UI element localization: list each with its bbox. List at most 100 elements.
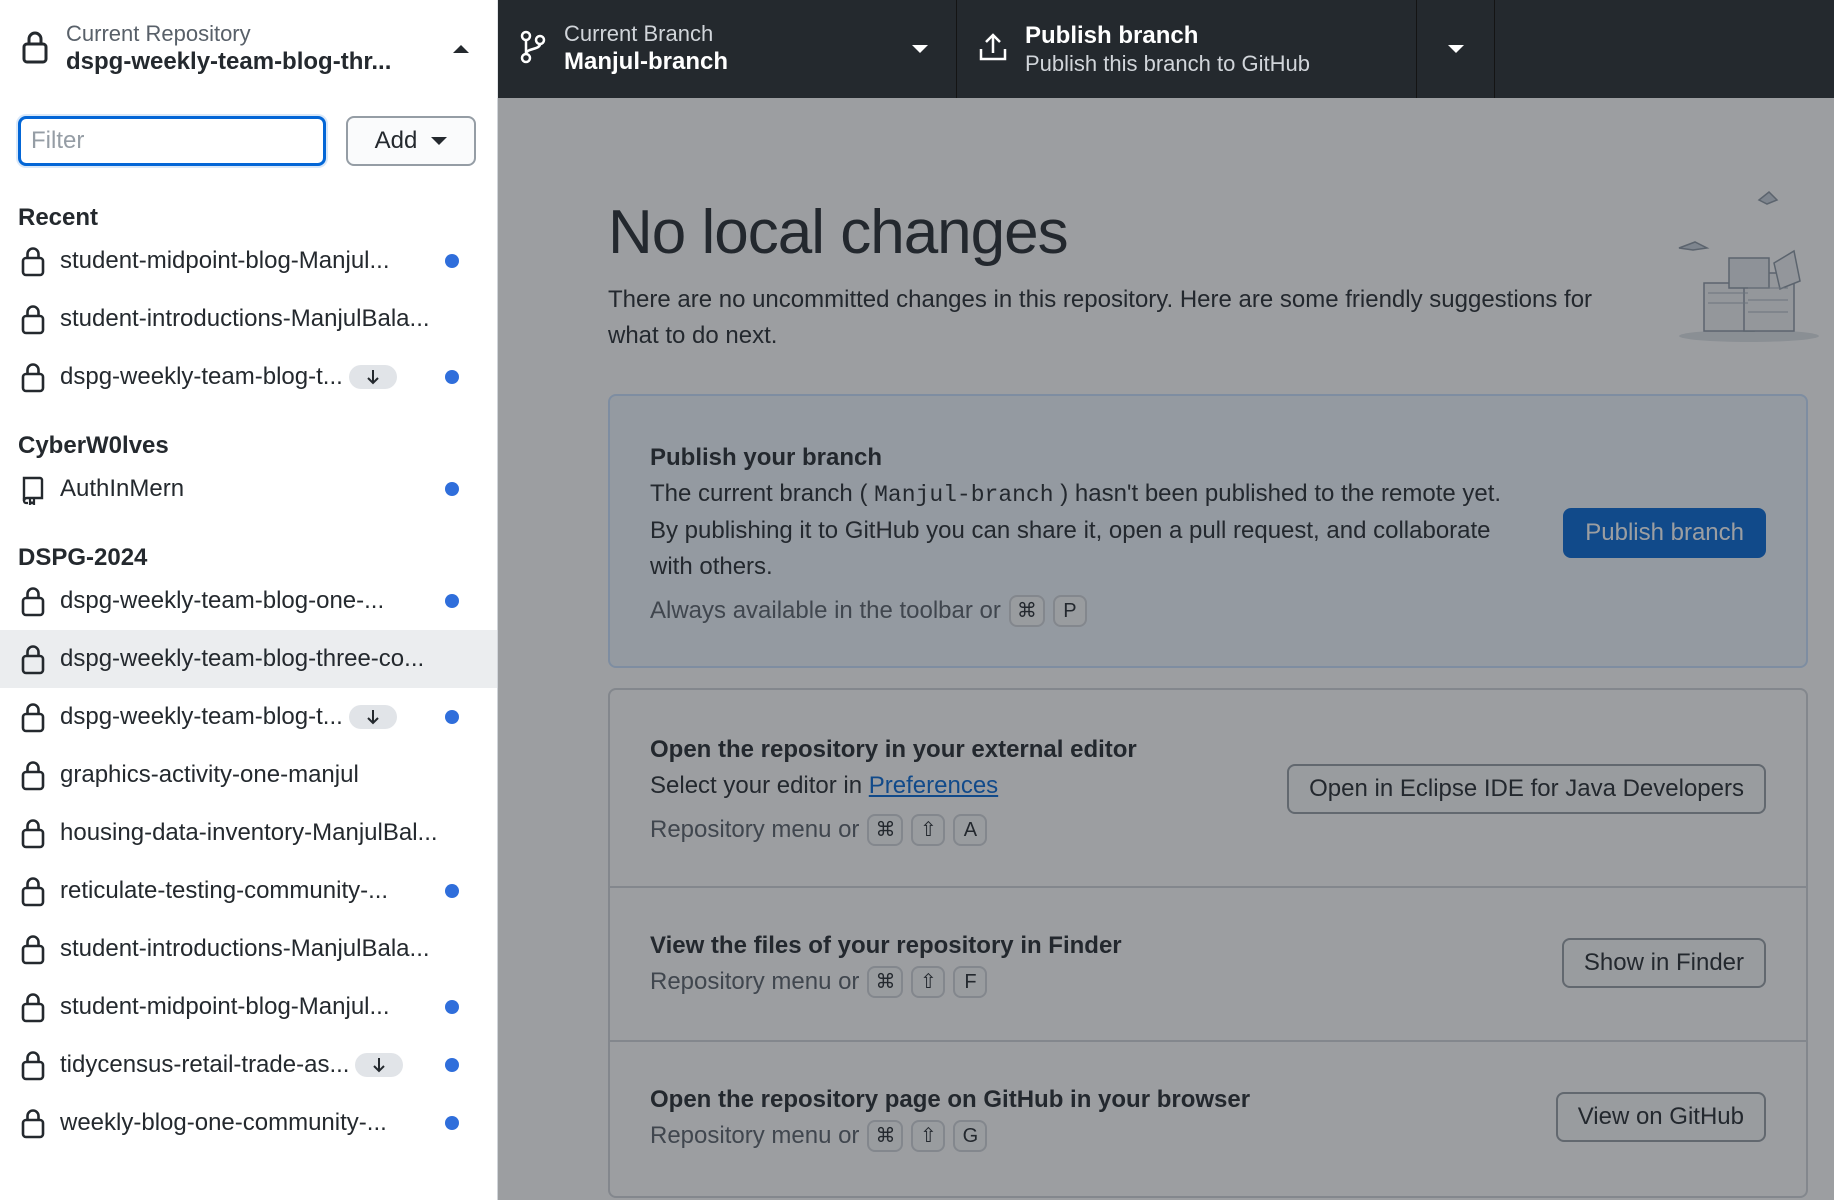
repository-list-item[interactable]: dspg-weekly-team-blog-t... [0,688,497,746]
lock-icon [18,758,48,792]
finder-section: View the files of your repository in Fin… [610,888,1806,1042]
page-title: No local changes [608,198,1069,267]
publish-shortcut-hint: Always available in the toolbar or ⌘ P [650,593,1766,629]
repository-name: AuthInMern [60,475,185,502]
hint-text: Always available in the toolbar or [650,597,1001,624]
group-title: Recent [18,204,99,231]
repository-name: student-introductions-ManjulBala... [60,935,430,962]
repository-list-item[interactable]: weekly-blog-one-community-... [0,1094,497,1152]
publish-card-title: Publish your branch [650,444,883,471]
repository-name: tidycensus-retail-trade-as... [60,1051,350,1078]
branch-code: Manjul-branch [874,482,1054,508]
hint-text: Repository menu or [650,968,860,995]
group-title: CyberW0lves [18,432,169,459]
f-key: F [953,966,988,998]
publish-dropdown-button[interactable] [1417,0,1495,98]
page-subtitle: There are no uncommitted changes in this… [608,286,1593,349]
arrow-down-icon [348,705,397,729]
preferences-link[interactable]: Preferences [869,772,998,799]
main-panel: No local changes There are no uncommitte… [498,98,1834,1200]
lock-icon [18,360,48,394]
repository-list-item[interactable]: student-midpoint-blog-Manjul... [0,232,497,290]
repository-list-item[interactable]: housing-data-inventory-ManjulBal... [0,804,497,862]
command-key: ⌘ [867,814,904,846]
open-in-editor-button[interactable]: Open in Eclipse IDE for Java Developers [1287,764,1766,814]
lock-icon [20,29,50,70]
branch-icon [518,29,548,70]
editor-desc-text: Select your editor in [650,772,869,799]
changes-indicator-dot [445,710,459,724]
changes-indicator-dot [445,482,459,496]
changes-indicator-dot [445,370,459,384]
arrow-down-icon [355,1053,404,1077]
repository-groups: Recent student-midpoint-blog-Manjul... stu… [0,192,497,1152]
chevron-down-icon [1447,45,1464,53]
repository-list-item[interactable]: graphics-activity-one-manjul [0,746,497,804]
shift-key: ⇧ [911,966,946,998]
repository-name: reticulate-testing-community-... [60,877,389,904]
publish-card-description: The current branch ( Manjul-branch ) has… [650,476,1530,585]
shift-key: ⇧ [911,814,946,846]
upload-icon [977,31,1009,68]
g-key: G [953,1120,988,1152]
toolbar: Current Repository dspg-weekly-team-blog… [0,0,1834,98]
repository-list-item[interactable]: tidycensus-retail-trade-as... [0,1036,497,1094]
current-repository-name: dspg-weekly-team-blog-thr... [66,48,392,75]
current-repository-button[interactable]: Current Repository dspg-weekly-team-blog… [0,0,498,98]
publish-branch-toolbar-button[interactable]: Publish branch Publish this branch to Gi… [957,0,1417,98]
lock-icon [18,1106,48,1140]
chevron-up-icon [453,45,469,53]
view-on-github-button[interactable]: View on GitHub [1555,1092,1766,1142]
editor-section-title: Open the repository in your external edi… [650,736,1137,763]
current-branch-button[interactable]: Current Branch Manjul-branch [498,0,957,98]
repository-list-item[interactable]: reticulate-testing-community-... [0,862,497,920]
hint-text: Repository menu or [650,816,860,843]
publish-branch-title: Publish branch [1025,22,1199,49]
chevron-down-icon [912,45,928,53]
editor-shortcut-hint: Repository menu or ⌘ ⇧ A [650,812,1766,848]
add-button-label: Add [374,127,418,154]
publish-branch-card: Publish your branch The current branch (… [608,394,1808,668]
repository-list-item[interactable]: student-midpoint-blog-Manjul... [0,978,497,1036]
external-editor-section: Open the repository in your external edi… [610,690,1806,888]
changes-indicator-dot [445,1116,459,1130]
changes-indicator-dot [445,1000,459,1014]
repository-list-item[interactable]: dspg-weekly-team-blog-three-co... [0,630,497,688]
command-key: ⌘ [867,966,904,998]
lock-icon [18,244,48,278]
hint-text: Repository menu or [650,1122,860,1149]
repo-icon [18,472,48,506]
show-in-finder-button[interactable]: Show in Finder [1561,938,1766,988]
repository-name: graphics-activity-one-manjul [60,761,359,788]
command-key: ⌘ [867,1120,904,1152]
lock-icon [18,874,48,908]
arrow-down-icon [348,365,397,389]
lock-icon [18,932,48,966]
current-repository-label: Current Repository [66,21,251,46]
repository-name: student-midpoint-blog-Manjul... [60,993,390,1020]
repository-list-item[interactable]: dspg-weekly-team-blog-one-... [0,572,497,630]
lock-icon [18,584,48,618]
shift-key: ⇧ [911,1120,946,1152]
repository-list-item[interactable]: dspg-weekly-team-blog-t... [0,348,497,406]
filter-input[interactable] [18,116,326,166]
command-key: ⌘ [1008,595,1045,627]
publish-desc-text: The current branch ( [650,480,875,507]
publish-branch-subtitle: Publish this branch to GitHub [1025,51,1310,76]
lock-icon [18,302,48,336]
changes-indicator-dot [445,594,459,608]
group-title: DSPG-2024 [18,544,148,571]
changes-indicator-dot [445,884,459,898]
changes-indicator-dot [445,1058,459,1072]
repository-list-item[interactable]: student-introductions-ManjulBala... [0,290,497,348]
repository-name: dspg-weekly-team-blog-three-co... [60,645,425,672]
repository-name: dspg-weekly-team-blog-t... [60,363,343,390]
current-branch-label: Current Branch [564,21,714,46]
repository-list-item[interactable]: student-introductions-ManjulBala... [0,920,497,978]
add-repository-button[interactable]: Add [346,116,476,166]
a-key: A [953,814,988,846]
repository-name: weekly-blog-one-community-... [60,1109,387,1136]
publish-branch-button[interactable]: Publish branch [1563,508,1766,558]
repository-list-item[interactable]: AuthInMern [0,460,497,518]
repository-name: student-introductions-ManjulBala... [60,305,430,332]
